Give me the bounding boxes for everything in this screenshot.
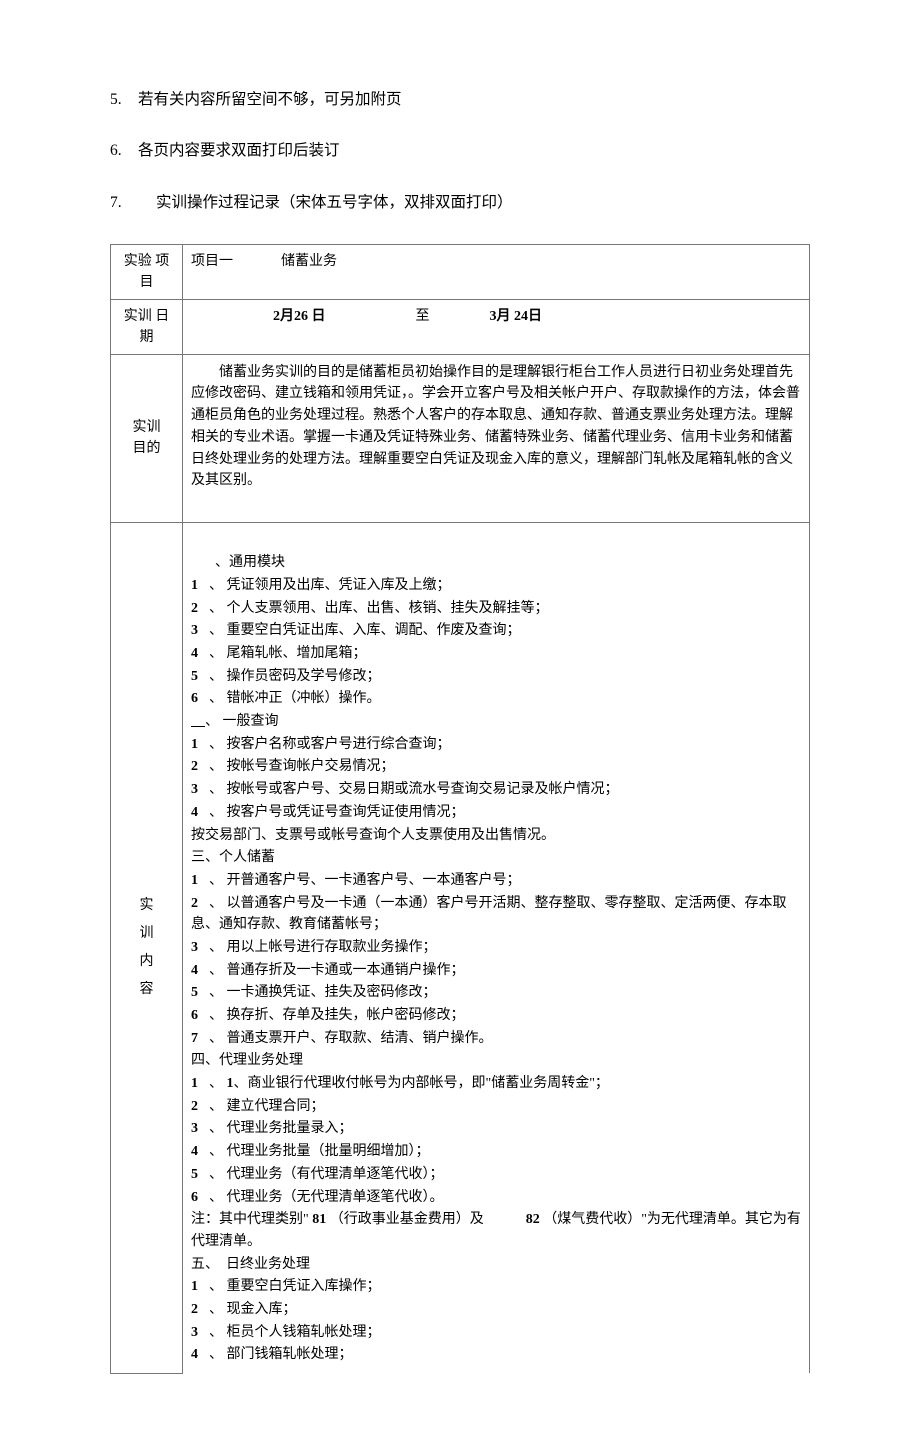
label-content: 实训内容 — [111, 522, 183, 1373]
s1-4: 4、 尾箱轧帐、增加尾箱； — [191, 643, 801, 665]
s2-1: 1、 按客户名称或客户号进行综合查询； — [191, 734, 801, 756]
s5-2: 2、 现金入库； — [191, 1299, 801, 1321]
row-date: 实训 日期 2月26 日至3月 24日 — [111, 299, 810, 354]
s4-2: 2、 建立代理合同； — [191, 1096, 801, 1118]
s1-3: 3、 重要空白凭证出库、入库、调配、作废及查询； — [191, 620, 801, 642]
row-content: 实训内容 、通用模块 1、 凭证领用及出库、凭证入库及上缴； 2、 个人支票领用… — [111, 522, 810, 1373]
cell-purpose: 储蓄业务实训的目的是储蓄柜员初始操作目的是理解银行柜台工作人员进行日初业务处理首… — [183, 354, 810, 522]
top-list: 5.若有关内容所留空间不够，可另加附页 6.各页内容要求双面打印后装订 7.实训… — [110, 88, 810, 214]
cell-content: 、通用模块 1、 凭证领用及出库、凭证入库及上缴； 2、 个人支票领用、出库、出… — [183, 522, 810, 1373]
label-date: 实训 日期 — [111, 299, 183, 354]
cell-date: 2月26 日至3月 24日 — [183, 299, 810, 354]
label-project: 实验 项目 — [111, 244, 183, 299]
top-item-7: 7.实训操作过程记录（宋体五号字体，双排双面打印） — [110, 191, 810, 214]
s1-5: 5、 操作员密码及学号修改； — [191, 666, 801, 688]
s3-7: 7、 普通支票开户、存取款、结清、销户操作。 — [191, 1028, 801, 1050]
s3-3: 3、 用以上帐号进行存取款业务操作； — [191, 937, 801, 959]
sec-5-title: 五、 日终业务处理 — [191, 1254, 801, 1276]
s2-2: 2、 按帐号查询帐户交易情况； — [191, 756, 801, 778]
row-project: 实验 项目 项目一储蓄业务 — [111, 244, 810, 299]
s3-1: 1、 开普通客户号、一卡通客户号、一本通客户号； — [191, 870, 801, 892]
s4-4: 4、 代理业务批量（批量明细增加）； — [191, 1141, 801, 1163]
sec-1-title: 、通用模块 — [191, 552, 801, 574]
s3-6: 6、 换存折、存单及挂失，帐户密码修改； — [191, 1005, 801, 1027]
s4-note: 注：其中代理类别" 81 （行政事业基金费用）及 82 （煤气费代收）"为无代理… — [191, 1209, 801, 1252]
cell-project: 项目一储蓄业务 — [183, 244, 810, 299]
s2-4: 4、 按客户号或凭证号查询凭证使用情况； — [191, 802, 801, 824]
sec-2-title: 、 一般查询 — [191, 711, 801, 733]
sec-3-title: 三、个人储蓄 — [191, 847, 801, 869]
s3-5: 5、 一卡通换凭证、挂失及密码修改； — [191, 982, 801, 1004]
sec-4-title: 四、代理业务处理 — [191, 1050, 801, 1072]
s5-1: 1、 重要空白凭证入库操作； — [191, 1276, 801, 1298]
s1-6: 6、 错帐冲正（冲帐）操作。 — [191, 688, 801, 710]
s1-2: 2、 个人支票领用、出库、出售、核销、挂失及解挂等； — [191, 598, 801, 620]
s5-3: 3、 柜员个人钱箱轧帐处理； — [191, 1322, 801, 1344]
s4-1: 1、 1、商业银行代理收付帐号为内部帐号，即"储蓄业务周转金"； — [191, 1073, 801, 1095]
s4-3: 3、 代理业务批量录入； — [191, 1118, 801, 1140]
label-purpose: 实训目的 — [111, 354, 183, 522]
s1-1: 1、 凭证领用及出库、凭证入库及上缴； — [191, 575, 801, 597]
s4-5: 5、 代理业务（有代理清单逐笔代收）； — [191, 1164, 801, 1186]
s5-4: 4、 部门钱箱轧帐处理； — [191, 1344, 801, 1366]
row-purpose: 实训目的 储蓄业务实训的目的是储蓄柜员初始操作目的是理解银行柜台工作人员进行日初… — [111, 354, 810, 522]
main-table: 实验 项目 项目一储蓄业务 实训 日期 2月26 日至3月 24日 实训目的 储… — [110, 244, 810, 1374]
s3-4: 4、 普通存折及一卡通或一本通销户操作； — [191, 960, 801, 982]
s2-e: 按交易部门、支票号或帐号查询个人支票使用及出售情况。 — [191, 825, 801, 847]
s2-3: 3、 按帐号或客户号、交易日期或流水号查询交易记录及帐户情况； — [191, 779, 801, 801]
top-item-5: 5.若有关内容所留空间不够，可另加附页 — [110, 88, 810, 111]
s3-2: 2、 以普通客户号及一卡通（一本通）客户号开活期、整存整取、零存整取、定活两便、… — [191, 893, 801, 936]
s4-6: 6、 代理业务（无代理清单逐笔代收）。 — [191, 1187, 801, 1209]
top-item-6: 6.各页内容要求双面打印后装订 — [110, 139, 810, 162]
